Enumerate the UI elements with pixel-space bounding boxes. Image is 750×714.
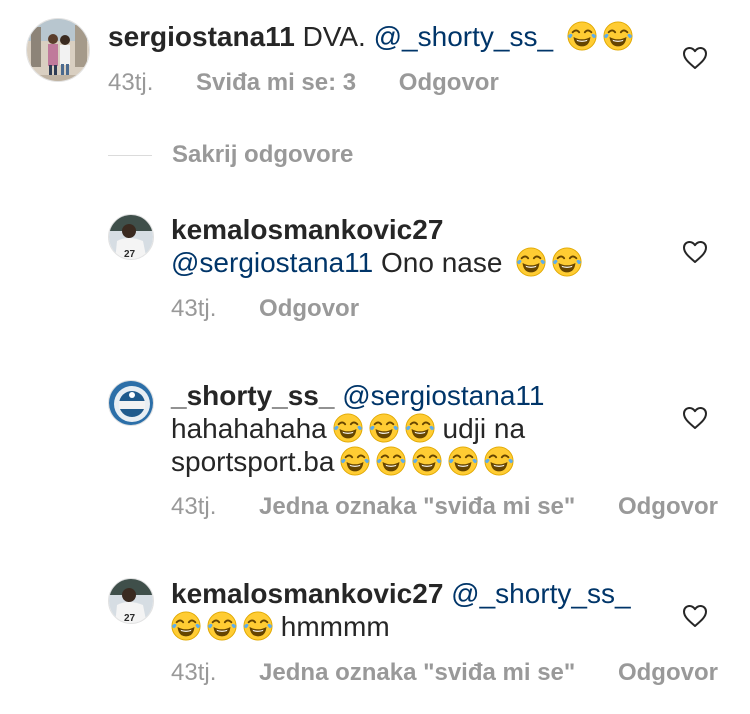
avatar[interactable]: 27 <box>108 578 154 624</box>
like-count-button[interactable]: Jedna oznaka "sviđa mi se" <box>259 659 575 686</box>
heart-outline-icon[interactable] <box>682 240 708 264</box>
divider <box>108 154 152 156</box>
heart-outline-icon[interactable] <box>682 406 708 430</box>
avatar[interactable] <box>26 18 90 82</box>
reply-button[interactable]: Odgovor <box>259 295 359 322</box>
tears-of-joy-emoji <box>603 21 633 51</box>
comment-mention[interactable]: @_shorty_ss_ <box>451 578 630 609</box>
comment-time: 43tj. <box>171 295 217 322</box>
tears-of-joy-emoji <box>516 247 546 277</box>
hide-replies-label: Sakrij odgovore <box>172 141 354 168</box>
comment-text: Ono nase <box>381 247 503 278</box>
comment-text: hmmmm <box>280 611 390 642</box>
comment-mention[interactable]: @sergiostana11 <box>342 380 544 411</box>
tears-of-joy-emoji <box>340 446 370 476</box>
avatar[interactable] <box>108 380 154 426</box>
tears-of-joy-emoji <box>207 611 237 641</box>
comment-link-text: sportsport.ba <box>171 446 335 477</box>
like-count-button[interactable]: Jedna oznaka "sviđa mi se" <box>259 493 575 520</box>
tears-of-joy-emoji <box>369 413 399 443</box>
comment-username[interactable]: sergiostana11 <box>108 21 295 52</box>
tears-of-joy-emoji <box>412 446 442 476</box>
comment-time: 43tj. <box>171 659 217 686</box>
comment-username[interactable]: kemalosmankovic27 <box>171 578 443 609</box>
reply-button[interactable]: Odgovor <box>399 69 499 96</box>
comment-username[interactable]: kemalosmankovic27 <box>171 214 443 245</box>
tears-of-joy-emoji <box>448 446 478 476</box>
comment-mention[interactable]: @_shorty_ss_ <box>374 21 553 52</box>
like-count-button[interactable]: Sviđa mi se: 3 <box>196 69 356 96</box>
tears-of-joy-emoji <box>484 446 514 476</box>
comment-mention[interactable]: @sergiostana11 <box>171 247 373 278</box>
comment-text: hahahahaha <box>171 413 327 444</box>
tears-of-joy-emoji <box>376 446 406 476</box>
svg-text:27: 27 <box>124 613 136 624</box>
comment-time: 43tj. <box>171 493 217 520</box>
comment-text: DVA. <box>302 21 366 52</box>
reply-button[interactable]: Odgovor <box>618 493 718 520</box>
tears-of-joy-emoji <box>552 247 582 277</box>
heart-outline-icon[interactable] <box>682 604 708 628</box>
tears-of-joy-emoji <box>171 611 201 641</box>
comment-time: 43tj. <box>108 69 154 96</box>
tears-of-joy-emoji <box>243 611 273 641</box>
comment-text: udji na <box>442 413 526 444</box>
tears-of-joy-emoji <box>405 413 435 443</box>
reply-button[interactable]: Odgovor <box>618 659 718 686</box>
comment-username[interactable]: _shorty_ss_ <box>171 380 334 411</box>
hide-replies-toggle[interactable]: Sakrij odgovore <box>108 140 353 170</box>
heart-outline-icon[interactable] <box>682 46 708 70</box>
svg-text:27: 27 <box>124 249 136 260</box>
tears-of-joy-emoji <box>567 21 597 51</box>
avatar[interactable]: 27 <box>108 214 154 260</box>
tears-of-joy-emoji <box>333 413 363 443</box>
